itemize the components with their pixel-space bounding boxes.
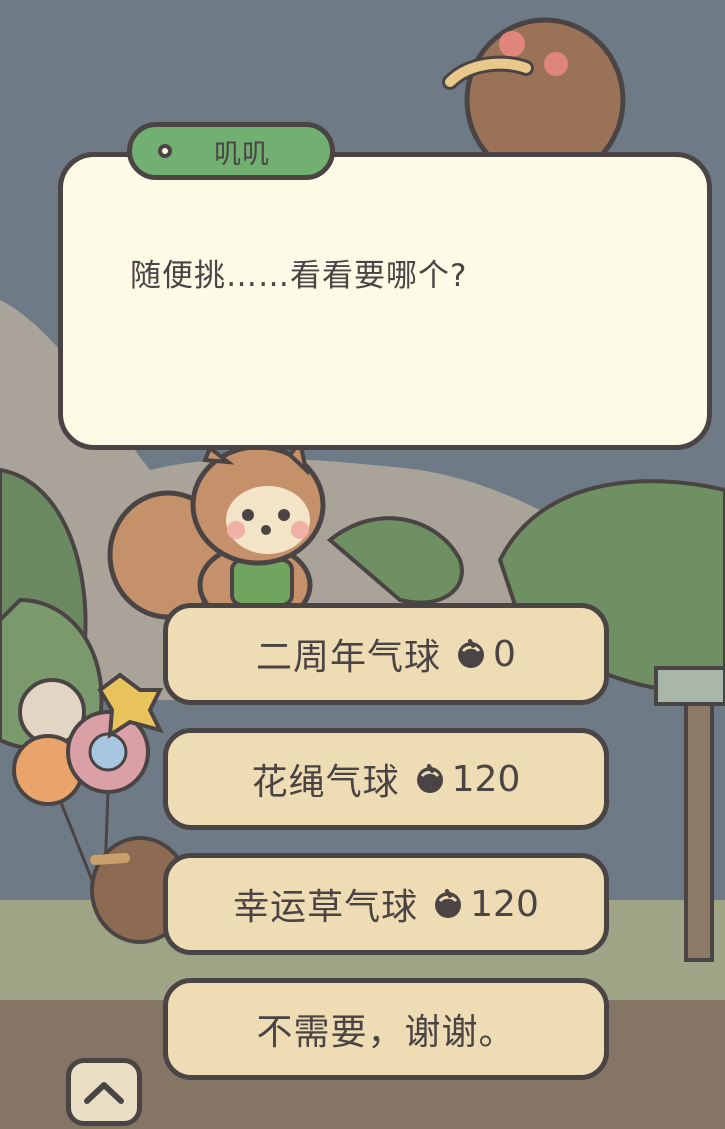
choice-anniversary-balloon[interactable]: 二周年气球 0 (163, 603, 609, 705)
acorn-icon (435, 889, 462, 918)
speaker-name-tag: 叽叽 (127, 122, 335, 180)
choice-no-thanks[interactable]: 不需要，谢谢。 (163, 978, 609, 1080)
cost-value: 0 (493, 633, 516, 675)
cost-value: 120 (451, 758, 521, 800)
choice-cost: 120 (432, 884, 539, 925)
choice-label: 二周年气球 (256, 637, 442, 678)
cost-value: 120 (470, 883, 539, 925)
speaker-dot-icon (158, 144, 172, 158)
choice-label: 不需要，谢谢。 (256, 1012, 516, 1053)
choice-cost: 120 (414, 758, 521, 800)
acorn-icon (416, 764, 443, 793)
speaker-name: 叽叽 (214, 139, 270, 170)
choice-label: 幸运草气球 (233, 887, 419, 928)
dialog-text: 随便挑……看看要哪个? (130, 258, 468, 294)
choice-clover-balloon[interactable]: 幸运草气球 120 (163, 853, 609, 955)
acorn-icon (458, 639, 485, 668)
choice-flower-rope-balloon[interactable]: 花绳气球 120 (163, 728, 609, 830)
chevron-up-icon (84, 1082, 124, 1104)
dialog-box (58, 152, 712, 450)
choice-label: 花绳气球 (251, 762, 400, 803)
collapse-button[interactable] (66, 1058, 142, 1126)
choice-cost: 0 (455, 634, 516, 675)
